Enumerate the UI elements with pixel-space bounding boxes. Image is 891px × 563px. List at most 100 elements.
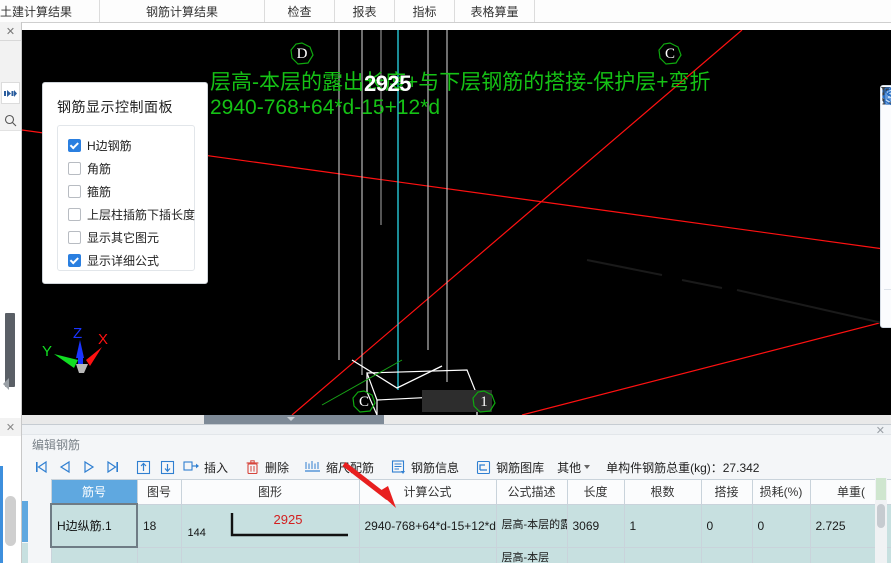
tab-report[interactable]: 报表 [335,0,395,22]
cell-lap[interactable]: 0 [700,503,753,548]
move-up-icon[interactable] [132,457,154,477]
left-rail-lower-close-icon[interactable]: ✕ [0,418,21,437]
edit-rebar-titlebar: ✕ [22,424,891,437]
cube-solid-dropdown-caret-icon[interactable] [881,87,891,226]
column-header-rebar-no[interactable]: 筋号 [50,479,138,505]
dashed-box-icon[interactable] [881,88,891,256]
tab-check[interactable]: 检查 [265,0,335,22]
table-scrollbar-thumb[interactable] [877,504,885,528]
column-header-dia-no[interactable]: 图号 [136,479,182,505]
shape-length-label: 144 [187,526,206,539]
axis-y-label: Y [42,343,52,360]
cell-desc[interactable]: 层高-本层 [495,546,568,563]
option-row-show-other-elements[interactable]: 显示其它图元 [68,226,194,248]
prev-record-icon[interactable] [54,457,76,477]
option-row-corner-rebar[interactable]: 角筋 [68,157,194,179]
option-row-stirrup[interactable]: 箍筋 [68,180,194,202]
rebar-display-control-panel[interactable]: 钢筋显示控制面板 H边钢筋 角筋 箍筋 上层柱插筋下插长度 显示其它图元 显示详… [42,82,208,284]
cell-dia-no[interactable] [136,546,182,563]
cell-length[interactable] [566,546,625,563]
rebar-library-button[interactable]: 钢筋图库 [472,457,554,477]
option-row-upper-column-insert[interactable]: 上层柱插筋下插长度 [68,203,195,225]
cell-count[interactable]: 1 [623,503,702,548]
grid-line-dark-c [736,289,891,326]
left-rail-lower-accent [0,466,3,563]
viewport-horizontal-scrollbar[interactable] [22,415,891,424]
left-rail-body [0,130,21,419]
annotation-line-2: 2940-768+64*d-15+12*d [210,96,441,119]
column-header-loss[interactable]: 损耗(%) [751,479,811,505]
checkbox-h-side-rebar[interactable] [68,138,81,152]
cell-loss[interactable]: 0 [751,503,811,548]
option-label: 角筋 [87,161,112,176]
cell-rebar-no[interactable] [50,546,138,563]
viewport-scroll-caret-icon[interactable] [287,417,295,421]
first-record-icon[interactable] [30,457,52,477]
delete-button[interactable]: 删除 [241,457,299,477]
cube-wireframe-icon[interactable] [881,88,891,176]
table-vertical-scrollbar[interactable] [875,478,887,563]
column-bottom-vee [351,359,443,389]
checkbox-corner-rebar[interactable] [68,161,81,175]
cube-select-icon[interactable] [881,87,891,286]
other-menu-caret-icon[interactable] [584,465,591,469]
total-weight-label: 单构件钢筋总重(kg)：27.342 [606,460,760,475]
insert-button[interactable]: 插入 [180,457,238,477]
next-record-icon[interactable] [78,457,100,477]
dimension-overlay-label: 2925 [364,71,411,96]
checkbox-stirrup[interactable] [68,184,81,198]
axis-z-label: Z [73,325,82,342]
tab-label: 报表 [352,4,377,19]
left-rail-close-icon[interactable]: ✕ [0,22,21,41]
checkbox-show-detailed-formula[interactable] [68,253,81,267]
table-row[interactable]: H边纵筋.1 18 144 2925 2940-768+64*d-15+12*d… [50,503,891,548]
column-header-length[interactable]: 长度 [566,479,625,505]
prev-record-glyph [59,460,70,474]
cell-count[interactable] [623,546,702,563]
grid-line-red-c [521,319,891,415]
left-rail-expand-handle[interactable] [3,378,9,390]
left-rail-lower-scroll-thumb[interactable] [5,496,16,546]
tab-civil-results[interactable]: 土建计算结果 [0,0,100,22]
axis-x-arrow [86,347,102,366]
other-menu-label[interactable]: 其他 [557,459,581,476]
option-row-h-side-rebar[interactable]: H边钢筋 [68,134,194,156]
cell-rebar-no[interactable]: H边纵筋.1 [50,503,138,548]
cell-loss[interactable] [751,546,811,563]
grid-bubble-label: D [296,45,308,62]
cell-shape[interactable] [180,546,360,563]
column-header-desc[interactable]: 公式描述 [495,479,568,505]
tab-indicator[interactable]: 指标 [395,0,455,22]
collapse-icon[interactable] [1,82,20,104]
rebar-library-label: 钢筋图库 [496,460,545,475]
cell-desc[interactable]: 层高-本层的露出… [495,503,568,548]
cell-formula[interactable] [358,546,497,563]
table-row[interactable]: 层高-本层 [50,546,891,563]
application-window: 土建计算结果 钢筋计算结果 检查 报表 指标 表格算量 ✕ 钢筋显示控制面板 H… [0,0,891,563]
column-header-count[interactable]: 根数 [623,479,702,505]
left-rail-lower: ✕ [0,418,22,563]
option-label: 显示其它图元 [87,230,160,245]
cell-length[interactable]: 3069 [566,503,625,548]
cube-solid-icon[interactable] [881,88,891,216]
tab-table-calc[interactable]: 表格算量 [455,0,535,22]
left-rail-splitter[interactable] [5,313,15,387]
checkbox-show-other-elements[interactable] [68,230,81,244]
delete-icon [241,457,263,477]
axis-y-arrow [54,354,78,368]
search-icon[interactable] [1,110,20,130]
cell-lap[interactable] [700,546,753,563]
cube-wireframe-dropdown-caret-icon[interactable] [881,87,891,186]
list-eye-icon[interactable] [881,87,891,323]
last-record-icon[interactable] [102,457,124,477]
edit-rebar-close-icon[interactable]: ✕ [876,424,885,437]
3d-viewport[interactable]: 钢筋显示控制面板 H边钢筋 角筋 箍筋 上层柱插筋下插长度 显示其它图元 显示详… [22,30,891,415]
2d-view-icon[interactable]: 2D [881,87,891,146]
move-down-icon[interactable] [156,457,178,477]
checkbox-upper-column-insert[interactable] [68,207,81,221]
option-row-show-detailed-formula[interactable]: 显示详细公式 [68,249,194,271]
tab-rebar-results[interactable]: 钢筋计算结果 [100,0,265,22]
edit-rebar-toolbar: 插入 删除 钢筋信息 钢筋图库 其他 单构件钢筋总重(kg)：27.342 [22,455,891,479]
column-header-lap[interactable]: 搭接 [700,479,753,505]
cell-dia-no[interactable]: 18 [136,503,182,548]
